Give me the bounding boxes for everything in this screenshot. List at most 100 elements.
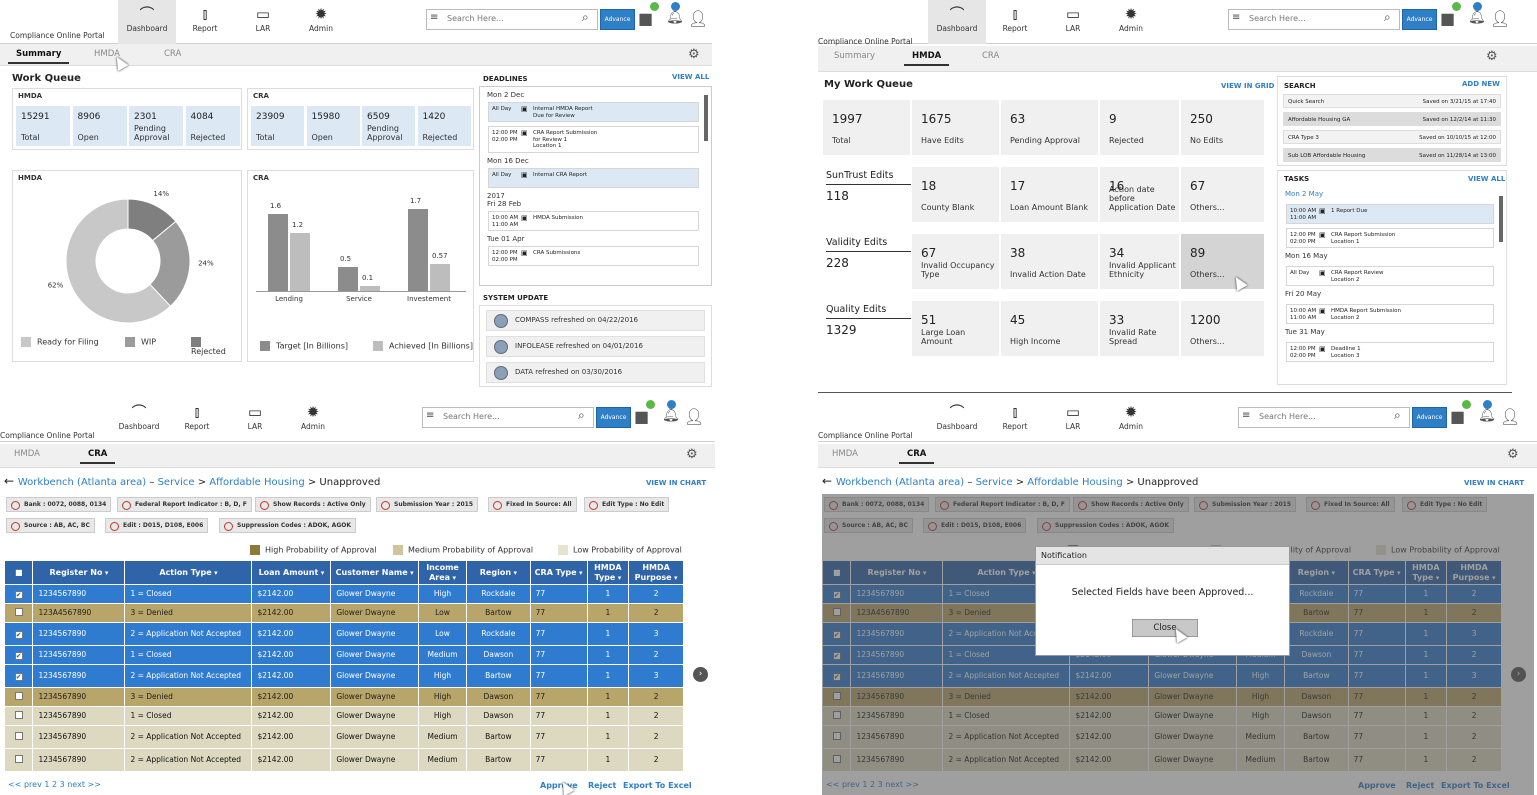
user-icon[interactable]: 👤︎ [688,9,708,28]
task-item[interactable]: 12:00 PM 02:00 PM ▣ Deadline 1 Location 3 [1286,342,1494,362]
export-to-excel-button[interactable]: Export To Excel [623,781,692,790]
table-row[interactable]: ✔ 12345678902 = Application Not Accepted$… [3,622,684,646]
table-row[interactable]: 12345678903 = Denied$2142.00Glower Dwayn… [3,687,684,707]
row-checkbox[interactable]: ✔ [3,622,34,646]
chat-icon[interactable]: ■ [1440,9,1455,28]
view-in-chart-link[interactable]: VIEW IN CHART [1464,479,1524,487]
magnifier-icon[interactable]: ⌕ [578,408,585,423]
crumb-workbench[interactable]: Workbench (Atlanta area) [836,477,964,488]
nav-admin[interactable]: ✹ Admin [1102,398,1160,442]
row-checkbox[interactable] [3,687,34,707]
user-icon[interactable]: 👤︎ [1490,9,1510,28]
saved-search-item[interactable]: Affordable Housing GA Saved on 12/2/14 at… [1283,112,1501,126]
settings-gear-icon[interactable]: ⚙ [688,47,700,62]
tab-cra[interactable]: CRA [982,51,999,61]
crumb-affordable-housing[interactable]: Affordable Housing [209,477,304,488]
edit-tile[interactable]: 17 Loan Amount Blank [1001,167,1098,222]
deadline-item[interactable]: 12:00 PM 02:00 PM ▣ CRA Report Submission … [488,126,699,153]
nav-admin[interactable]: ✹ Admin [292,0,350,44]
work-tile-total[interactable]: 1997 Total [823,100,910,155]
hmda-tile-pending-approval[interactable]: 2301 Pending Approval [129,106,183,146]
row-checkbox[interactable] [3,748,34,772]
magnifier-icon[interactable]: ⌕ [1384,10,1391,25]
checkbox[interactable] [14,692,23,700]
nav-lar[interactable]: ▭ LAR [1044,398,1102,442]
checkbox[interactable]: ✔ [14,672,23,681]
row-checkbox[interactable] [3,706,34,726]
edit-tile[interactable]: 38 Invalid Action Date [1001,234,1098,289]
work-tile-no-edits[interactable]: 250 No Edits [1181,100,1264,155]
crumb-workbench[interactable]: Workbench (Atlanta area) [18,477,146,488]
edit-tile[interactable]: 51 Large Loan Amount [912,301,999,356]
nav-admin[interactable]: ✹ Admin [284,398,342,442]
user-icon[interactable]: 👤︎ [684,407,704,426]
close-button[interactable]: Close [1132,619,1198,637]
edit-tile[interactable]: 16 Action date before Application Date [1100,167,1179,222]
saved-search-item[interactable]: CRA Type 3 Saved on 10/10/15 at 12:00 [1283,130,1501,144]
nav-report[interactable]: ⫾ Report [168,398,226,442]
settings-gear-icon[interactable]: ⚙ [686,447,698,462]
chat-icon[interactable]: ■ [1450,407,1465,426]
select-all-checkbox[interactable]: ■ [3,560,34,585]
edit-tile[interactable]: 89 Others... [1181,234,1264,289]
filter-chip[interactable]: Source : AB, AC, BC [6,518,95,533]
cra-tile-open[interactable]: 15980 Open [306,106,360,146]
edit-tile[interactable]: 67 Invalid Occupancy Type [912,234,999,289]
deadline-item[interactable]: 10:00 AM 11:00 AM ▣ HMDA Submission [488,211,699,231]
table-row[interactable]: 12345678901 = Closed$2142.00Glower Dwayn… [3,706,684,726]
deadlines-scrollbar[interactable] [704,95,708,141]
col-hmda-purpose[interactable]: HMDA Purpose ▾ [628,560,684,585]
filter-chip[interactable]: Suppression Codes : ADOK, AGOK [219,518,356,533]
row-checkbox[interactable]: ✔ [3,584,34,604]
chat-icon[interactable]: ■ [638,9,653,28]
table-row[interactable]: 12345678902 = Application Not Accepted$2… [3,725,684,749]
work-tile-pending-approval[interactable]: 63 Pending Approval [1001,100,1098,155]
bell-icon[interactable]: 🔔︎ [662,407,680,423]
tab-summary[interactable]: Summary [834,51,875,61]
col-income-area[interactable]: Income Area ▾ [417,560,468,585]
add-new-link[interactable]: ADD NEW [1462,80,1500,88]
task-item[interactable]: 10:00 AM 11:00 AM ▣ HMDA Report Submission… [1286,304,1494,324]
edit-tile[interactable]: 45 High Income [1001,301,1098,356]
view-all-link[interactable]: VIEW ALL [672,73,709,81]
nav-lar[interactable]: ▭ LAR [226,398,284,442]
checkbox[interactable] [14,755,23,763]
nav-dashboard[interactable]: ⌒ Dashboard [928,398,986,442]
bar-service-0[interactable] [338,267,358,291]
hmda-tile-rejected[interactable]: 4084 Rejected [185,106,240,146]
hmda-tile-total[interactable]: 15291 Total [16,106,70,146]
nav-dashboard[interactable]: ⌒ Dashboard [110,398,168,442]
settings-gear-icon[interactable]: ⚙ [1486,49,1498,64]
nav-lar[interactable]: ▭ LAR [234,0,292,44]
crumb-service[interactable]: Service [976,477,1013,488]
col-cra-type[interactable]: CRA Type ▾ [529,560,588,585]
checkbox[interactable]: ✔ [14,590,23,599]
bar-lending-1[interactable] [290,233,310,291]
next-page-arrow-icon[interactable]: › [693,667,708,682]
nav-lar[interactable]: ▭ LAR [1044,0,1102,44]
magnifier-icon[interactable]: ⌕ [1394,408,1401,423]
bell-icon[interactable]: 🔔︎ [666,9,684,25]
tab-cra[interactable]: CRA [79,449,116,464]
filter-chip[interactable]: Federal Report Indicator : B, D, F [117,497,252,512]
bar-lending-0[interactable] [268,214,288,291]
row-checkbox[interactable] [3,603,34,623]
back-arrow-icon[interactable]: ← [4,474,18,488]
user-icon[interactable]: 👤︎ [1500,407,1520,426]
cra-tile-pending-approval[interactable]: 6509 Pending Approval [362,106,415,146]
advance-button[interactable]: Advance [1412,407,1447,428]
filter-chip[interactable]: Show Records : Active Only [255,497,371,512]
filter-chip[interactable]: Edit Type : No Edit [584,497,670,512]
edit-tile[interactable]: 67 Others... [1181,167,1264,222]
advance-button[interactable]: Advance [1402,9,1437,30]
checkbox[interactable]: ✔ [14,630,23,639]
nav-report[interactable]: ⫾ Report [986,398,1044,442]
advance-button[interactable]: Advance [600,9,635,30]
tasks-scrollbar[interactable] [1499,196,1503,242]
row-checkbox[interactable]: ✔ [3,664,34,688]
checkbox[interactable]: ✔ [14,651,23,660]
col-loan-amount[interactable]: Loan Amount ▾ [251,560,332,585]
edit-tile[interactable]: 1200 Others... [1181,301,1264,356]
nav-report[interactable]: ⫾ Report [176,0,234,44]
deadline-item[interactable]: All Day ▣ Internal HMDA Report Due for Rev… [488,102,699,122]
